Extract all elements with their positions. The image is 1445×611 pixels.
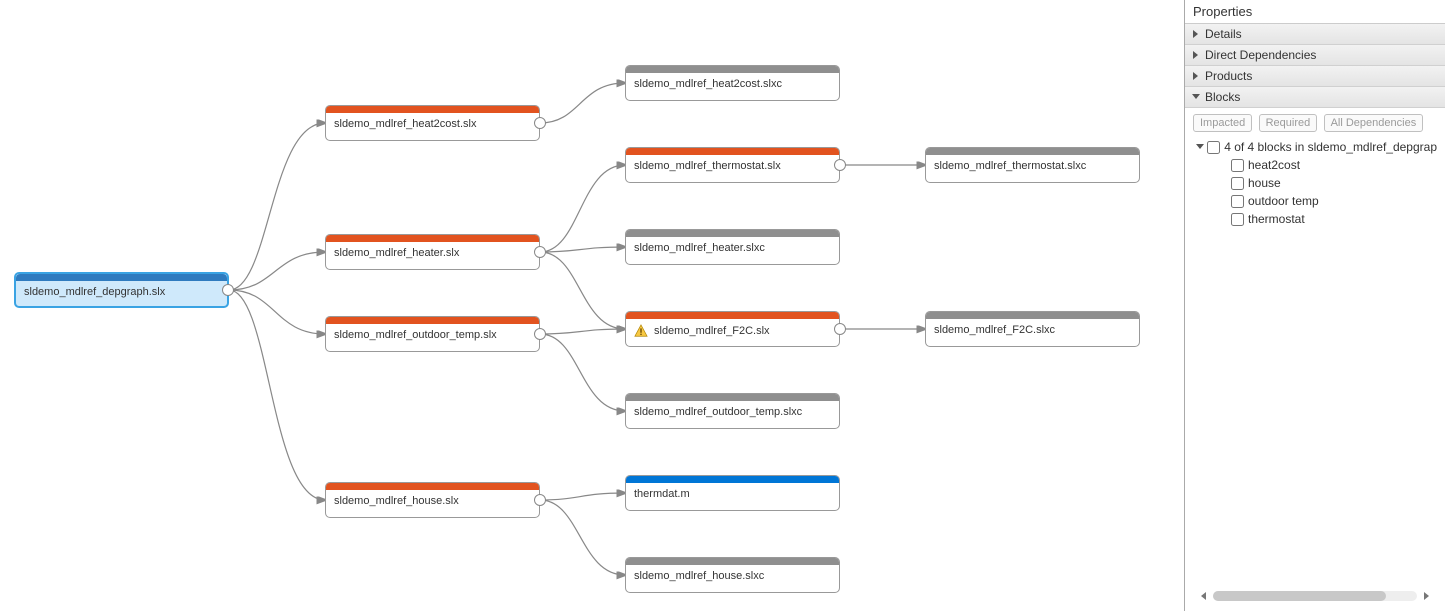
- tree-item-checkbox[interactable]: [1231, 195, 1244, 208]
- chevron-down-icon: [1191, 92, 1201, 102]
- section-direct-dependencies[interactable]: Direct Dependencies: [1185, 45, 1445, 66]
- node-thermostat-slxc[interactable]: sldemo_mdlref_thermostat.slxc: [925, 147, 1140, 183]
- tree-item-label: house: [1248, 176, 1281, 190]
- panel-title: Properties: [1185, 0, 1445, 24]
- node-thermostat-slx[interactable]: sldemo_mdlref_thermostat.slx: [625, 147, 840, 183]
- node-thermdat-m[interactable]: thermdat.m: [625, 475, 840, 511]
- node-label: sldemo_mdlref_heat2cost.slx: [334, 118, 476, 130]
- node-label: sldemo_mdlref_thermostat.slxc: [934, 160, 1086, 172]
- node-heat2cost-slxc[interactable]: sldemo_mdlref_heat2cost.slxc: [625, 65, 840, 101]
- tree-root-row[interactable]: 4 of 4 blocks in sldemo_mdlref_depgrap: [1195, 138, 1437, 156]
- section-blocks[interactable]: Blocks: [1185, 87, 1445, 108]
- node-label: sldemo_mdlref_heat2cost.slxc: [634, 78, 782, 90]
- node-output-port[interactable]: [534, 494, 546, 506]
- node-label: sldemo_mdlref_thermostat.slx: [634, 160, 781, 172]
- node-output-port[interactable]: [834, 159, 846, 171]
- node-label: sldemo_mdlref_depgraph.slx: [24, 286, 165, 298]
- section-label: Details: [1205, 27, 1242, 41]
- node-label: sldemo_mdlref_outdoor_temp.slxc: [634, 406, 802, 418]
- filter-required-button[interactable]: Required: [1259, 114, 1318, 132]
- tree-root-checkbox[interactable]: [1207, 141, 1220, 154]
- chevron-right-icon: [1191, 29, 1201, 39]
- node-label: sldemo_mdlref_house.slxc: [634, 570, 764, 582]
- section-label: Products: [1205, 69, 1252, 83]
- chevron-down-icon: [1195, 143, 1205, 151]
- tree-item-label: heat2cost: [1248, 158, 1300, 172]
- node-label: sldemo_mdlref_house.slx: [334, 495, 459, 507]
- node-label: sldemo_mdlref_F2C.slxc: [934, 324, 1055, 336]
- node-output-port[interactable]: [834, 323, 846, 335]
- filter-impacted-button[interactable]: Impacted: [1193, 114, 1252, 132]
- chevron-right-icon: [1191, 50, 1201, 60]
- tree-root-label: 4 of 4 blocks in sldemo_mdlref_depgrap: [1224, 140, 1437, 154]
- node-output-port[interactable]: [222, 284, 234, 296]
- node-outdoor-temp-slx[interactable]: sldemo_mdlref_outdoor_temp.slx: [325, 316, 540, 352]
- tree-item-outdoor-temp[interactable]: outdoor temp: [1195, 192, 1437, 210]
- tree-item-thermostat[interactable]: thermostat: [1195, 210, 1437, 228]
- node-output-port[interactable]: [534, 328, 546, 340]
- horizontal-scrollbar[interactable]: [1193, 587, 1437, 605]
- properties-panel: Properties Details Direct Dependencies P…: [1184, 0, 1445, 611]
- node-f2c-slxc[interactable]: sldemo_mdlref_F2C.slxc: [925, 311, 1140, 347]
- blocks-section-body: Impacted Required All Dependencies 4 of …: [1185, 108, 1445, 611]
- node-heater-slxc[interactable]: sldemo_mdlref_heater.slxc: [625, 229, 840, 265]
- warning-icon: [634, 324, 648, 338]
- node-label: thermdat.m: [634, 488, 690, 500]
- node-outdoor-temp-slxc[interactable]: sldemo_mdlref_outdoor_temp.slxc: [625, 393, 840, 429]
- tree-item-heat2cost[interactable]: heat2cost: [1195, 156, 1437, 174]
- dependency-graph-canvas[interactable]: sldemo_mdlref_depgraph.slx sldemo_mdlref…: [0, 0, 1184, 611]
- chevron-right-icon: [1191, 71, 1201, 81]
- scroll-thumb[interactable]: [1213, 591, 1386, 601]
- section-label: Blocks: [1205, 90, 1240, 104]
- node-output-port[interactable]: [534, 117, 546, 129]
- section-label: Direct Dependencies: [1205, 48, 1316, 62]
- section-details[interactable]: Details: [1185, 24, 1445, 45]
- node-heat2cost-slx[interactable]: sldemo_mdlref_heat2cost.slx: [325, 105, 540, 141]
- node-heater-slx[interactable]: sldemo_mdlref_heater.slx: [325, 234, 540, 270]
- node-house-slxc[interactable]: sldemo_mdlref_house.slxc: [625, 557, 840, 593]
- tree-item-label: outdoor temp: [1248, 194, 1319, 208]
- section-products[interactable]: Products: [1185, 66, 1445, 87]
- node-label: sldemo_mdlref_outdoor_temp.slx: [334, 329, 497, 341]
- node-house-slx[interactable]: sldemo_mdlref_house.slx: [325, 482, 540, 518]
- filter-all-dependencies-button[interactable]: All Dependencies: [1324, 114, 1424, 132]
- tree-item-checkbox[interactable]: [1231, 177, 1244, 190]
- blocks-tree: 4 of 4 blocks in sldemo_mdlref_depgrap h…: [1193, 138, 1437, 587]
- chevron-left-icon[interactable]: [1199, 591, 1209, 601]
- node-depgraph-slx[interactable]: sldemo_mdlref_depgraph.slx: [14, 272, 229, 308]
- node-output-port[interactable]: [534, 246, 546, 258]
- tree-item-checkbox[interactable]: [1231, 159, 1244, 172]
- node-label: sldemo_mdlref_F2C.slx: [654, 325, 770, 337]
- tree-item-house[interactable]: house: [1195, 174, 1437, 192]
- tree-item-label: thermostat: [1248, 212, 1305, 226]
- node-f2c-slx[interactable]: sldemo_mdlref_F2C.slx: [625, 311, 840, 347]
- node-label: sldemo_mdlref_heater.slx: [334, 247, 459, 259]
- node-label: sldemo_mdlref_heater.slxc: [634, 242, 765, 254]
- tree-item-checkbox[interactable]: [1231, 213, 1244, 226]
- chevron-right-icon[interactable]: [1421, 591, 1431, 601]
- scroll-track[interactable]: [1213, 591, 1417, 601]
